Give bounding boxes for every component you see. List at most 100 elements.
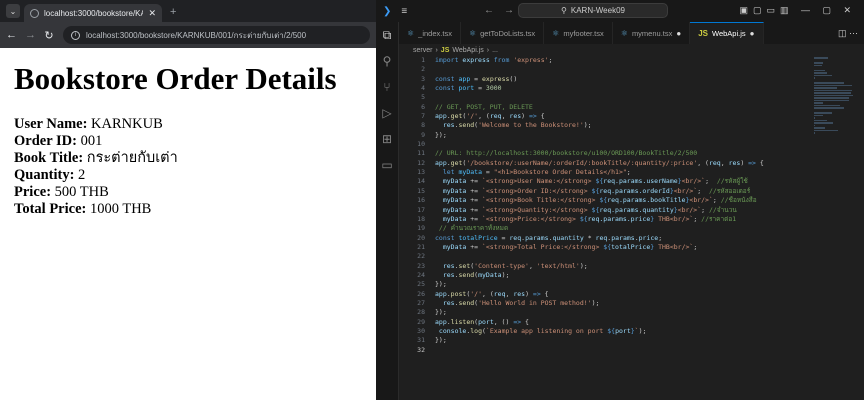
source-control-icon[interactable]: ⑂ (376, 74, 398, 100)
line-number: 2 (421, 65, 425, 74)
code-text: myData += `<strong>User Name:</strong> $… (442, 177, 748, 186)
line-number: 14 (417, 177, 425, 186)
field-label: User Name: (14, 116, 88, 133)
code-line[interactable]: 24 res.send(myData); (399, 271, 808, 280)
address-url[interactable]: localhost:3000/bookstore/KARNKUB/001/กระ… (86, 29, 306, 42)
code-line[interactable]: 17 myData += `<strong>Quantity:</strong>… (399, 206, 808, 215)
minimap-line (814, 77, 816, 79)
code-line[interactable]: 26 app.post('/', (req, res) => { (399, 290, 808, 299)
editor-tab-index[interactable]: ⚛ _index.tsx (399, 22, 461, 44)
code-line[interactable]: 27 res.send('Hello World in POST method!… (399, 299, 808, 308)
minimap-line (814, 107, 845, 109)
code-line[interactable]: 21 myData += `<strong>Total Price:</stro… (399, 243, 808, 252)
code-line[interactable]: 4 const port = 3000 (399, 84, 808, 93)
field-value: 2 (78, 167, 86, 184)
code-line[interactable]: 22 (399, 252, 808, 261)
editor-tab-gettodolists[interactable]: ⚛ getToDoLists.tsx (461, 22, 545, 44)
remote-explorer-icon[interactable]: ▭ (376, 152, 398, 178)
minimap-line (814, 129, 839, 131)
browser-toolbar: ← → ↻ i localhost:3000/bookstore/KARNKUB… (0, 22, 376, 48)
editor-tab-webapi[interactable]: JS WebApi.js ● (690, 22, 764, 44)
forward-button[interactable]: → (25, 29, 36, 41)
field-total-price: Total Price: 1000 THB (14, 201, 362, 218)
menu-icon[interactable]: ≡ (401, 6, 407, 17)
minimap-line (814, 92, 852, 94)
vscode-titlebar: ❯ ≡ ←→ ⚲ KARN-Week09 ▣▢▭▥ — ▢ ✕ (376, 0, 864, 22)
editor-tab-label: getToDoLists.tsx (480, 28, 536, 38)
search-view-icon[interactable]: ⚲ (376, 48, 398, 74)
minimap-line (814, 119, 828, 121)
code-line[interactable]: 9}); (399, 131, 808, 140)
code-line[interactable]: 15 myData += `<strong>Order ID:</strong>… (399, 187, 808, 196)
minimap-line (814, 97, 849, 99)
code-line[interactable]: 30 console.log(`Example app listening on… (399, 327, 808, 336)
code-line[interactable]: 18 myData += `<strong>Price:</strong> ${… (399, 215, 808, 224)
editor-tab-mymenu[interactable]: ⚛ mymenu.tsx ● (613, 22, 691, 44)
code-text: const totalPrice = req.params.quantity *… (435, 233, 663, 242)
field-value: กระต่ายกับเต่า (86, 150, 178, 167)
browser-tab[interactable]: localhost:3000/bookstore/KARI ✕ (24, 4, 162, 22)
code-line[interactable]: 32 (399, 346, 808, 355)
code-text: myData += `<strong>Total Price:</strong>… (442, 242, 698, 251)
line-number: 20 (417, 233, 425, 242)
layout-controls-icon[interactable]: ▣▢▭▥ — ▢ ✕ (739, 5, 856, 16)
code-line[interactable]: 16 myData += `<strong>Book Title:</stron… (399, 196, 808, 205)
close-tab-icon[interactable]: ✕ (148, 8, 156, 19)
code-text: // คำนวณราคาทั้งหมด (438, 224, 509, 233)
code-line[interactable]: 13 let myData = "<h1>Bookstore Order Det… (399, 168, 808, 177)
code-line[interactable]: 7 app.get('/', (req, res) => { (399, 112, 808, 121)
code-line[interactable]: 11 // URL: http://localhost:3000/bookstor… (399, 149, 808, 158)
code-line[interactable]: 3 const app = express() (399, 75, 808, 84)
code-line[interactable]: 25}); (399, 280, 808, 289)
code-line[interactable]: 12 app.get('/bookstore/:userName/:orderId… (399, 159, 808, 168)
new-tab-button[interactable]: + (170, 6, 176, 18)
code-line[interactable]: 20 const totalPrice = req.params.quantity… (399, 234, 808, 243)
code-line[interactable]: 28}); (399, 308, 808, 317)
editor-tab-label: _index.tsx (418, 28, 452, 38)
minimap-line (814, 62, 824, 64)
code-text: app.get('/', (req, res) => { (435, 112, 545, 121)
code-line[interactable]: 1 import express from 'express'; (399, 56, 808, 65)
breadcrumb-file[interactable]: WebApi.js (452, 47, 483, 54)
reload-button[interactable]: ↻ (44, 29, 54, 42)
vscode-window: ❯ ≡ ←→ ⚲ KARN-Week09 ▣▢▭▥ — ▢ ✕ ⧉ ⚲ ⑂ ▷ … (376, 0, 864, 400)
editor-tab-myfooter[interactable]: ⚛ myfooter.tsx (544, 22, 613, 44)
code-line[interactable]: 19 // คำนวณราคาทั้งหมด (399, 224, 808, 233)
minimap-line (814, 72, 827, 74)
field-value: KARNKUB (91, 116, 163, 133)
minimap-line (814, 74, 832, 76)
field-label: Book Title: (14, 150, 84, 167)
code-line[interactable]: 8 res.send('Welcome to the Bookstore!'); (399, 121, 808, 130)
breadcrumb-folder[interactable]: server (413, 47, 432, 54)
site-info-icon[interactable]: i (71, 30, 80, 40)
code-line[interactable]: 23 res.set('Content-type', 'text/html'); (399, 262, 808, 271)
minimap-line (814, 117, 816, 119)
code-line[interactable]: 5 (399, 93, 808, 102)
minimap[interactable] (810, 56, 864, 136)
run-debug-icon[interactable]: ▷ (376, 100, 398, 126)
code-text: myData += `<strong>Order ID:</strong> ${… (442, 186, 751, 195)
minimap-line (814, 122, 833, 124)
code-line[interactable]: 10 (399, 140, 808, 149)
code-line[interactable]: 31}); (399, 336, 808, 345)
field-order-id: Order ID: 001 (14, 133, 362, 150)
breadcrumb-rest[interactable]: ... (492, 47, 498, 54)
code-text: const app = express() (435, 74, 518, 83)
back-button[interactable]: ← (6, 29, 17, 41)
code-text: res.send('Welcome to the Bookstore!'); (442, 121, 592, 130)
code-text: }); (435, 130, 447, 139)
code-line[interactable]: 29 app.listen(port, () => { (399, 318, 808, 327)
command-center-search[interactable]: ⚲ KARN-Week09 (518, 3, 668, 18)
code-text: app.post('/', (req, res) => { (435, 289, 549, 298)
code-line[interactable]: 2 (399, 65, 808, 74)
line-number: 25 (417, 280, 425, 289)
code-line[interactable]: 14 myData += `<strong>User Name:</strong… (399, 177, 808, 186)
minimap-line (814, 69, 826, 71)
address-bar[interactable]: i localhost:3000/bookstore/KARNKUB/001/ก… (63, 26, 370, 44)
explorer-icon[interactable]: ⧉ (376, 22, 398, 48)
split-editor-icon[interactable]: ◫ ⋯ (832, 22, 864, 44)
code-editor[interactable]: 1 import express from 'express'; 2 3 const a… (399, 56, 808, 355)
tab-search-icon[interactable]: ⌄ (6, 4, 20, 18)
code-line[interactable]: 6 // GET, POST, PUT, DELETE (399, 103, 808, 112)
extensions-icon[interactable]: ⊞ (376, 126, 398, 152)
